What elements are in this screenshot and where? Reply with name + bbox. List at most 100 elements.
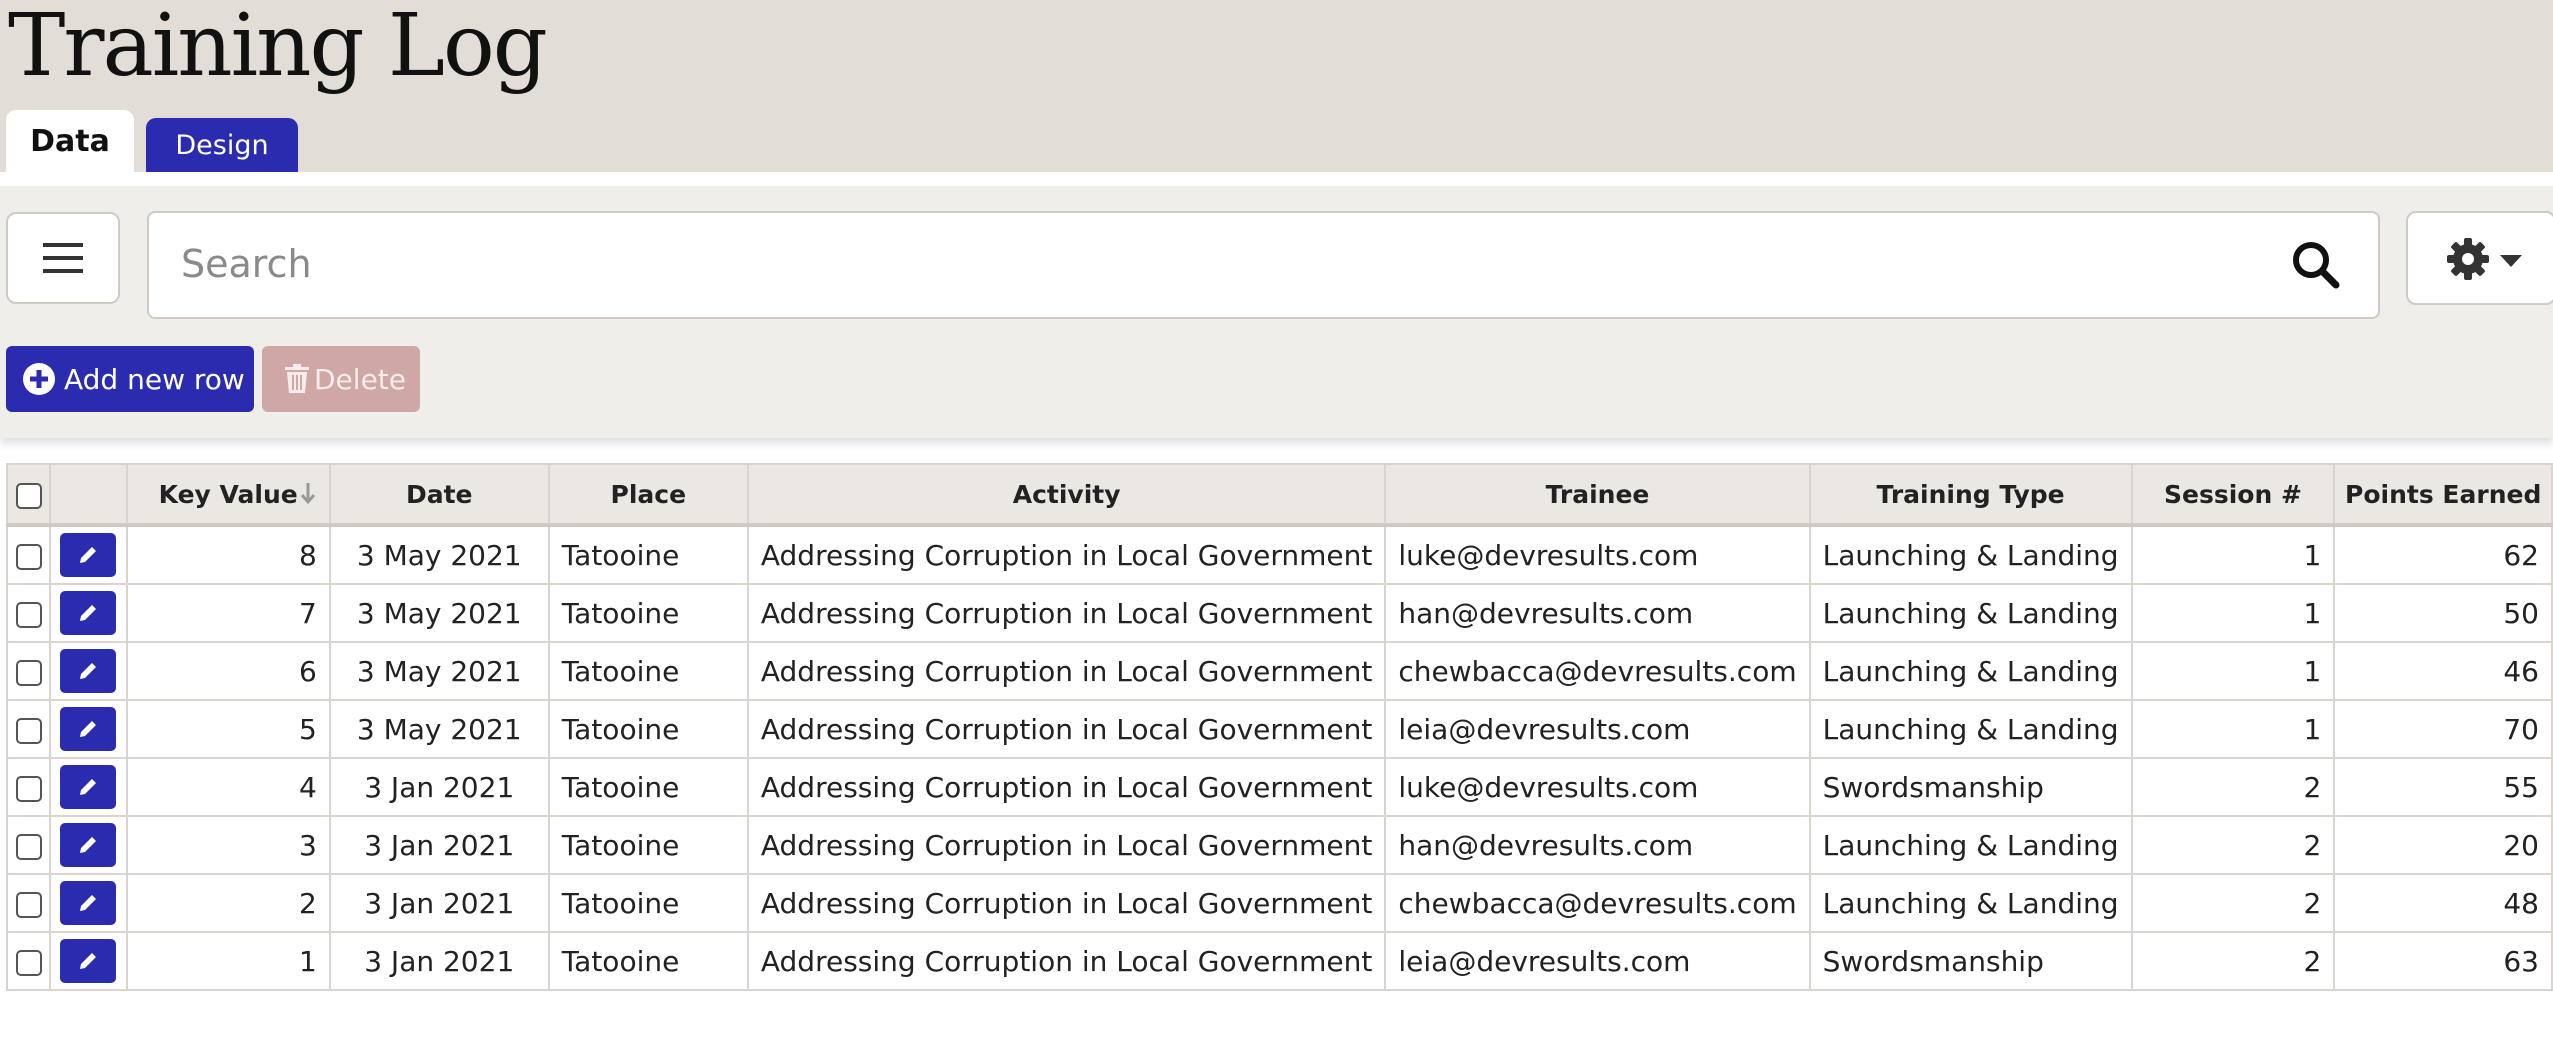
row-checkbox[interactable] (15, 833, 42, 860)
table-body: 8 3 May 2021 Tatooine Addressing Corrupt… (5, 524, 2553, 991)
cell-trainee: leia@devresults.com (1384, 699, 1811, 759)
cell-points-earned: 63 (2333, 931, 2553, 991)
cell-training-type: Swordsmanship (1808, 757, 2133, 817)
edit-row-button[interactable] (60, 707, 117, 751)
cell-date: 3 Jan 2021 (328, 873, 550, 933)
column-header-session[interactable]: Session # (2130, 463, 2336, 527)
cell-points-earned: 46 (2333, 641, 2553, 701)
select-all-checkbox[interactable] (15, 482, 42, 509)
search-input[interactable] (179, 233, 2263, 295)
add-new-row-button[interactable]: Add new row (6, 346, 254, 412)
tab-data[interactable]: Data (6, 110, 134, 172)
row-select-cell (5, 757, 52, 817)
row-select-cell (5, 873, 52, 933)
table-header-row: Key Value Date Place Activity Trainee Tr… (5, 463, 2553, 527)
edit-row-button[interactable] (60, 591, 117, 635)
table-row: 1 3 Jan 2021 Tatooine Addressing Corrupt… (5, 931, 2553, 991)
cell-training-type: Swordsmanship (1808, 931, 2133, 991)
pencil-icon (80, 605, 97, 621)
edit-row-button[interactable] (60, 939, 117, 983)
row-checkbox[interactable] (15, 601, 42, 628)
cell-activity: Addressing Corruption in Local Governmen… (746, 699, 1387, 759)
search-box (147, 211, 2380, 319)
pencil-icon (80, 721, 97, 737)
row-select-cell (5, 524, 52, 585)
cell-place: Tatooine (547, 815, 749, 875)
trash-icon (285, 364, 309, 393)
cell-trainee: chewbacca@devresults.com (1384, 873, 1811, 933)
cell-session: 2 (2130, 815, 2336, 875)
cell-trainee: leia@devresults.com (1384, 931, 1811, 991)
cell-key-value: 7 (125, 583, 331, 643)
edit-row-button[interactable] (60, 533, 117, 577)
cell-session: 1 (2130, 699, 2336, 759)
cell-activity: Addressing Corruption in Local Governmen… (746, 815, 1387, 875)
column-header-points-earned[interactable]: Points Earned (2333, 463, 2553, 527)
cell-session: 1 (2130, 641, 2336, 701)
menu-button[interactable] (6, 212, 120, 304)
plus-circle-icon (23, 363, 55, 395)
column-header-place[interactable]: Place (547, 463, 749, 527)
delete-button[interactable]: Delete (262, 346, 420, 412)
cell-points-earned: 48 (2333, 873, 2553, 933)
edit-row-button[interactable] (60, 649, 117, 693)
edit-row-button[interactable] (60, 881, 117, 925)
table-row: 2 3 Jan 2021 Tatooine Addressing Corrupt… (5, 873, 2553, 933)
cell-date: 3 Jan 2021 (328, 815, 550, 875)
cell-key-value: 2 (125, 873, 331, 933)
edit-row-button[interactable] (60, 823, 117, 867)
table-row: 7 3 May 2021 Tatooine Addressing Corrupt… (5, 583, 2553, 643)
cell-date: 3 May 2021 (328, 641, 550, 701)
cell-key-value: 8 (125, 524, 331, 585)
gear-icon (2447, 238, 2489, 280)
table-row: 5 3 May 2021 Tatooine Addressing Corrupt… (5, 699, 2553, 759)
row-edit-cell (49, 815, 128, 875)
sort-descending-icon[interactable] (299, 481, 317, 505)
cell-place: Tatooine (547, 699, 749, 759)
cell-session: 2 (2130, 757, 2336, 817)
pencil-icon (80, 953, 97, 969)
column-header-key-value[interactable]: Key Value (125, 463, 331, 527)
app-header: Training Log Data Design (0, 0, 2553, 172)
column-header-trainee[interactable]: Trainee (1384, 463, 1811, 527)
cell-activity: Addressing Corruption in Local Governmen… (746, 873, 1387, 933)
tab-bar: Data Design (6, 110, 310, 172)
cell-session: 1 (2130, 524, 2336, 585)
column-header-training-type[interactable]: Training Type (1808, 463, 2133, 527)
cell-session: 2 (2130, 873, 2336, 933)
tab-design[interactable]: Design (146, 118, 298, 172)
row-checkbox[interactable] (15, 891, 42, 918)
edit-row-button[interactable] (60, 765, 117, 809)
settings-dropdown-button[interactable] (2406, 211, 2553, 305)
column-header-activity[interactable]: Activity (746, 463, 1387, 527)
cell-activity: Addressing Corruption in Local Governmen… (746, 524, 1387, 585)
row-edit-cell (49, 699, 128, 759)
toolbar: Add new row Delete (0, 186, 2553, 438)
cell-session: 1 (2130, 583, 2336, 643)
cell-place: Tatooine (547, 641, 749, 701)
row-checkbox[interactable] (15, 717, 42, 744)
cell-points-earned: 62 (2333, 524, 2553, 585)
row-checkbox[interactable] (15, 949, 42, 976)
row-checkbox[interactable] (15, 543, 42, 570)
pencil-icon (80, 837, 97, 853)
select-all-cell (5, 463, 52, 527)
row-edit-cell (49, 757, 128, 817)
cell-trainee: luke@devresults.com (1384, 757, 1811, 817)
row-checkbox[interactable] (15, 775, 42, 802)
edit-column-header (49, 463, 128, 527)
cell-date: 3 May 2021 (328, 583, 550, 643)
row-select-cell (5, 699, 52, 759)
table-row: 3 3 Jan 2021 Tatooine Addressing Corrupt… (5, 815, 2553, 875)
search-icon[interactable] (2290, 239, 2342, 291)
divider (0, 172, 2553, 186)
cell-points-earned: 50 (2333, 583, 2553, 643)
row-checkbox[interactable] (15, 659, 42, 686)
cell-place: Tatooine (547, 931, 749, 991)
row-edit-cell (49, 873, 128, 933)
column-header-date[interactable]: Date (328, 463, 550, 527)
cell-activity: Addressing Corruption in Local Governmen… (746, 641, 1387, 701)
cell-session: 2 (2130, 931, 2336, 991)
row-edit-cell (49, 524, 128, 585)
column-header-label: Key Value (158, 479, 298, 509)
